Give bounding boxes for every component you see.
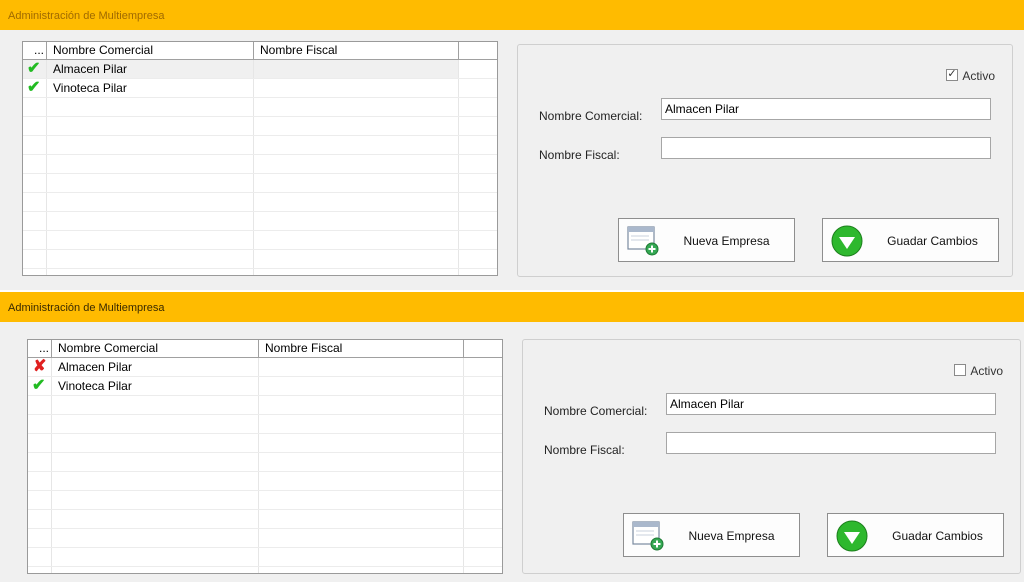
cell-nombre-fiscal[interactable] (259, 358, 464, 376)
nombre-comercial-input[interactable] (661, 98, 991, 120)
empty-row (28, 453, 502, 472)
empresa-form: Activo Nombre Comercial: Nombre Fiscal: … (522, 339, 1021, 574)
empty-row (23, 174, 497, 193)
panel-title: Administración de Multiempresa (8, 10, 165, 22)
guardar-cambios-label: Guadar Cambios (887, 234, 978, 248)
column-header-nombre-fiscal[interactable]: Nombre Fiscal (259, 340, 464, 357)
activo-checkbox[interactable]: Activo (954, 364, 1003, 378)
table-row[interactable]: ✔ Almacen Pilar (23, 60, 497, 79)
guardar-cambios-button[interactable]: Guadar Cambios (827, 513, 1004, 557)
nombre-comercial-input[interactable] (666, 393, 996, 415)
checkbox-unchecked-icon[interactable] (954, 364, 967, 376)
nueva-empresa-button[interactable]: Nueva Empresa (623, 513, 800, 557)
row-status-cell: ✔ (23, 60, 47, 78)
empresas-grid[interactable]: ... Nombre Comercial Nombre Fiscal ✔ Alm… (22, 41, 498, 276)
activo-label: Activo (962, 69, 995, 83)
cell-nombre-comercial[interactable]: Almacen Pilar (52, 358, 259, 376)
empty-row (23, 136, 497, 155)
empty-row (23, 250, 497, 269)
empresas-grid[interactable]: ... Nombre Comercial Nombre Fiscal ✘ Alm… (27, 339, 503, 574)
row-status-cell: ✔ (28, 377, 52, 395)
nueva-empresa-label: Nueva Empresa (688, 529, 775, 543)
empty-row (23, 193, 497, 212)
guardar-cambios-button[interactable]: Guadar Cambios (822, 218, 999, 262)
empty-row (28, 491, 502, 510)
cross-icon: ✘ (33, 358, 47, 375)
grid-header: ... Nombre Comercial Nombre Fiscal (23, 42, 497, 60)
empresa-form: Activo Nombre Comercial: Nombre Fiscal: … (517, 44, 1013, 277)
empty-row (28, 510, 502, 529)
empty-row (28, 567, 502, 573)
cell-nombre-comercial[interactable]: Vinoteca Pilar (52, 377, 259, 395)
cell-nombre-fiscal[interactable] (254, 79, 459, 97)
empty-row (23, 231, 497, 250)
nombre-fiscal-input[interactable] (661, 137, 991, 159)
multiempresa-panel-1: Administración de Multiempresa ... Nombr… (0, 0, 1024, 290)
empty-row (28, 415, 502, 434)
check-icon: ✔ (27, 60, 41, 77)
nombre-comercial-label: Nombre Comercial: (539, 109, 643, 123)
cell-nombre-fiscal[interactable] (259, 377, 464, 395)
empty-row (28, 434, 502, 453)
column-header-nombre-comercial[interactable]: Nombre Comercial (52, 340, 259, 357)
cell-nombre-comercial[interactable]: Almacen Pilar (47, 60, 254, 78)
panel-title: Administración de Multiempresa (8, 302, 165, 314)
nombre-comercial-label: Nombre Comercial: (544, 404, 648, 418)
empty-row (23, 155, 497, 174)
activo-checkbox[interactable]: Activo (946, 67, 995, 83)
check-icon: ✔ (27, 79, 41, 96)
multiempresa-panel-2: Administración de Multiempresa ... Nombr… (0, 292, 1024, 582)
nombre-fiscal-input[interactable] (666, 432, 996, 454)
column-header-nombre-comercial[interactable]: Nombre Comercial (47, 42, 254, 59)
cell-nombre-comercial[interactable]: Vinoteca Pilar (47, 79, 254, 97)
activo-label: Activo (970, 364, 1003, 378)
column-header-filler (464, 340, 502, 357)
nueva-empresa-label: Nueva Empresa (683, 234, 770, 248)
empty-row (28, 529, 502, 548)
table-row[interactable]: ✘ Almacen Pilar (28, 358, 502, 377)
empty-row (23, 212, 497, 231)
nueva-empresa-button[interactable]: Nueva Empresa (618, 218, 795, 262)
nombre-fiscal-label: Nombre Fiscal: (544, 443, 625, 457)
empty-row (28, 472, 502, 491)
guardar-cambios-label: Guadar Cambios (892, 529, 983, 543)
nombre-fiscal-label: Nombre Fiscal: (539, 148, 620, 162)
column-header-selector[interactable]: ... (23, 42, 47, 59)
column-header-filler (459, 42, 497, 59)
empty-row (28, 396, 502, 415)
table-row[interactable]: ✔ Vinoteca Pilar (23, 79, 497, 98)
row-status-cell: ✔ (23, 79, 47, 97)
column-header-selector[interactable]: ... (28, 340, 52, 357)
row-status-cell: ✘ (28, 358, 52, 376)
column-header-nombre-fiscal[interactable]: Nombre Fiscal (254, 42, 459, 59)
panel-header: Administración de Multiempresa (0, 292, 1024, 322)
empty-row (28, 548, 502, 567)
panel-header: Administración de Multiempresa (0, 0, 1024, 30)
empty-row (23, 269, 497, 275)
cell-nombre-fiscal[interactable] (254, 60, 459, 78)
table-row[interactable]: ✔ Vinoteca Pilar (28, 377, 502, 396)
empty-row (23, 117, 497, 136)
check-icon: ✔ (32, 377, 46, 394)
grid-header: ... Nombre Comercial Nombre Fiscal (28, 340, 502, 358)
empty-row (23, 98, 497, 117)
checkbox-checked-icon[interactable] (946, 67, 959, 81)
